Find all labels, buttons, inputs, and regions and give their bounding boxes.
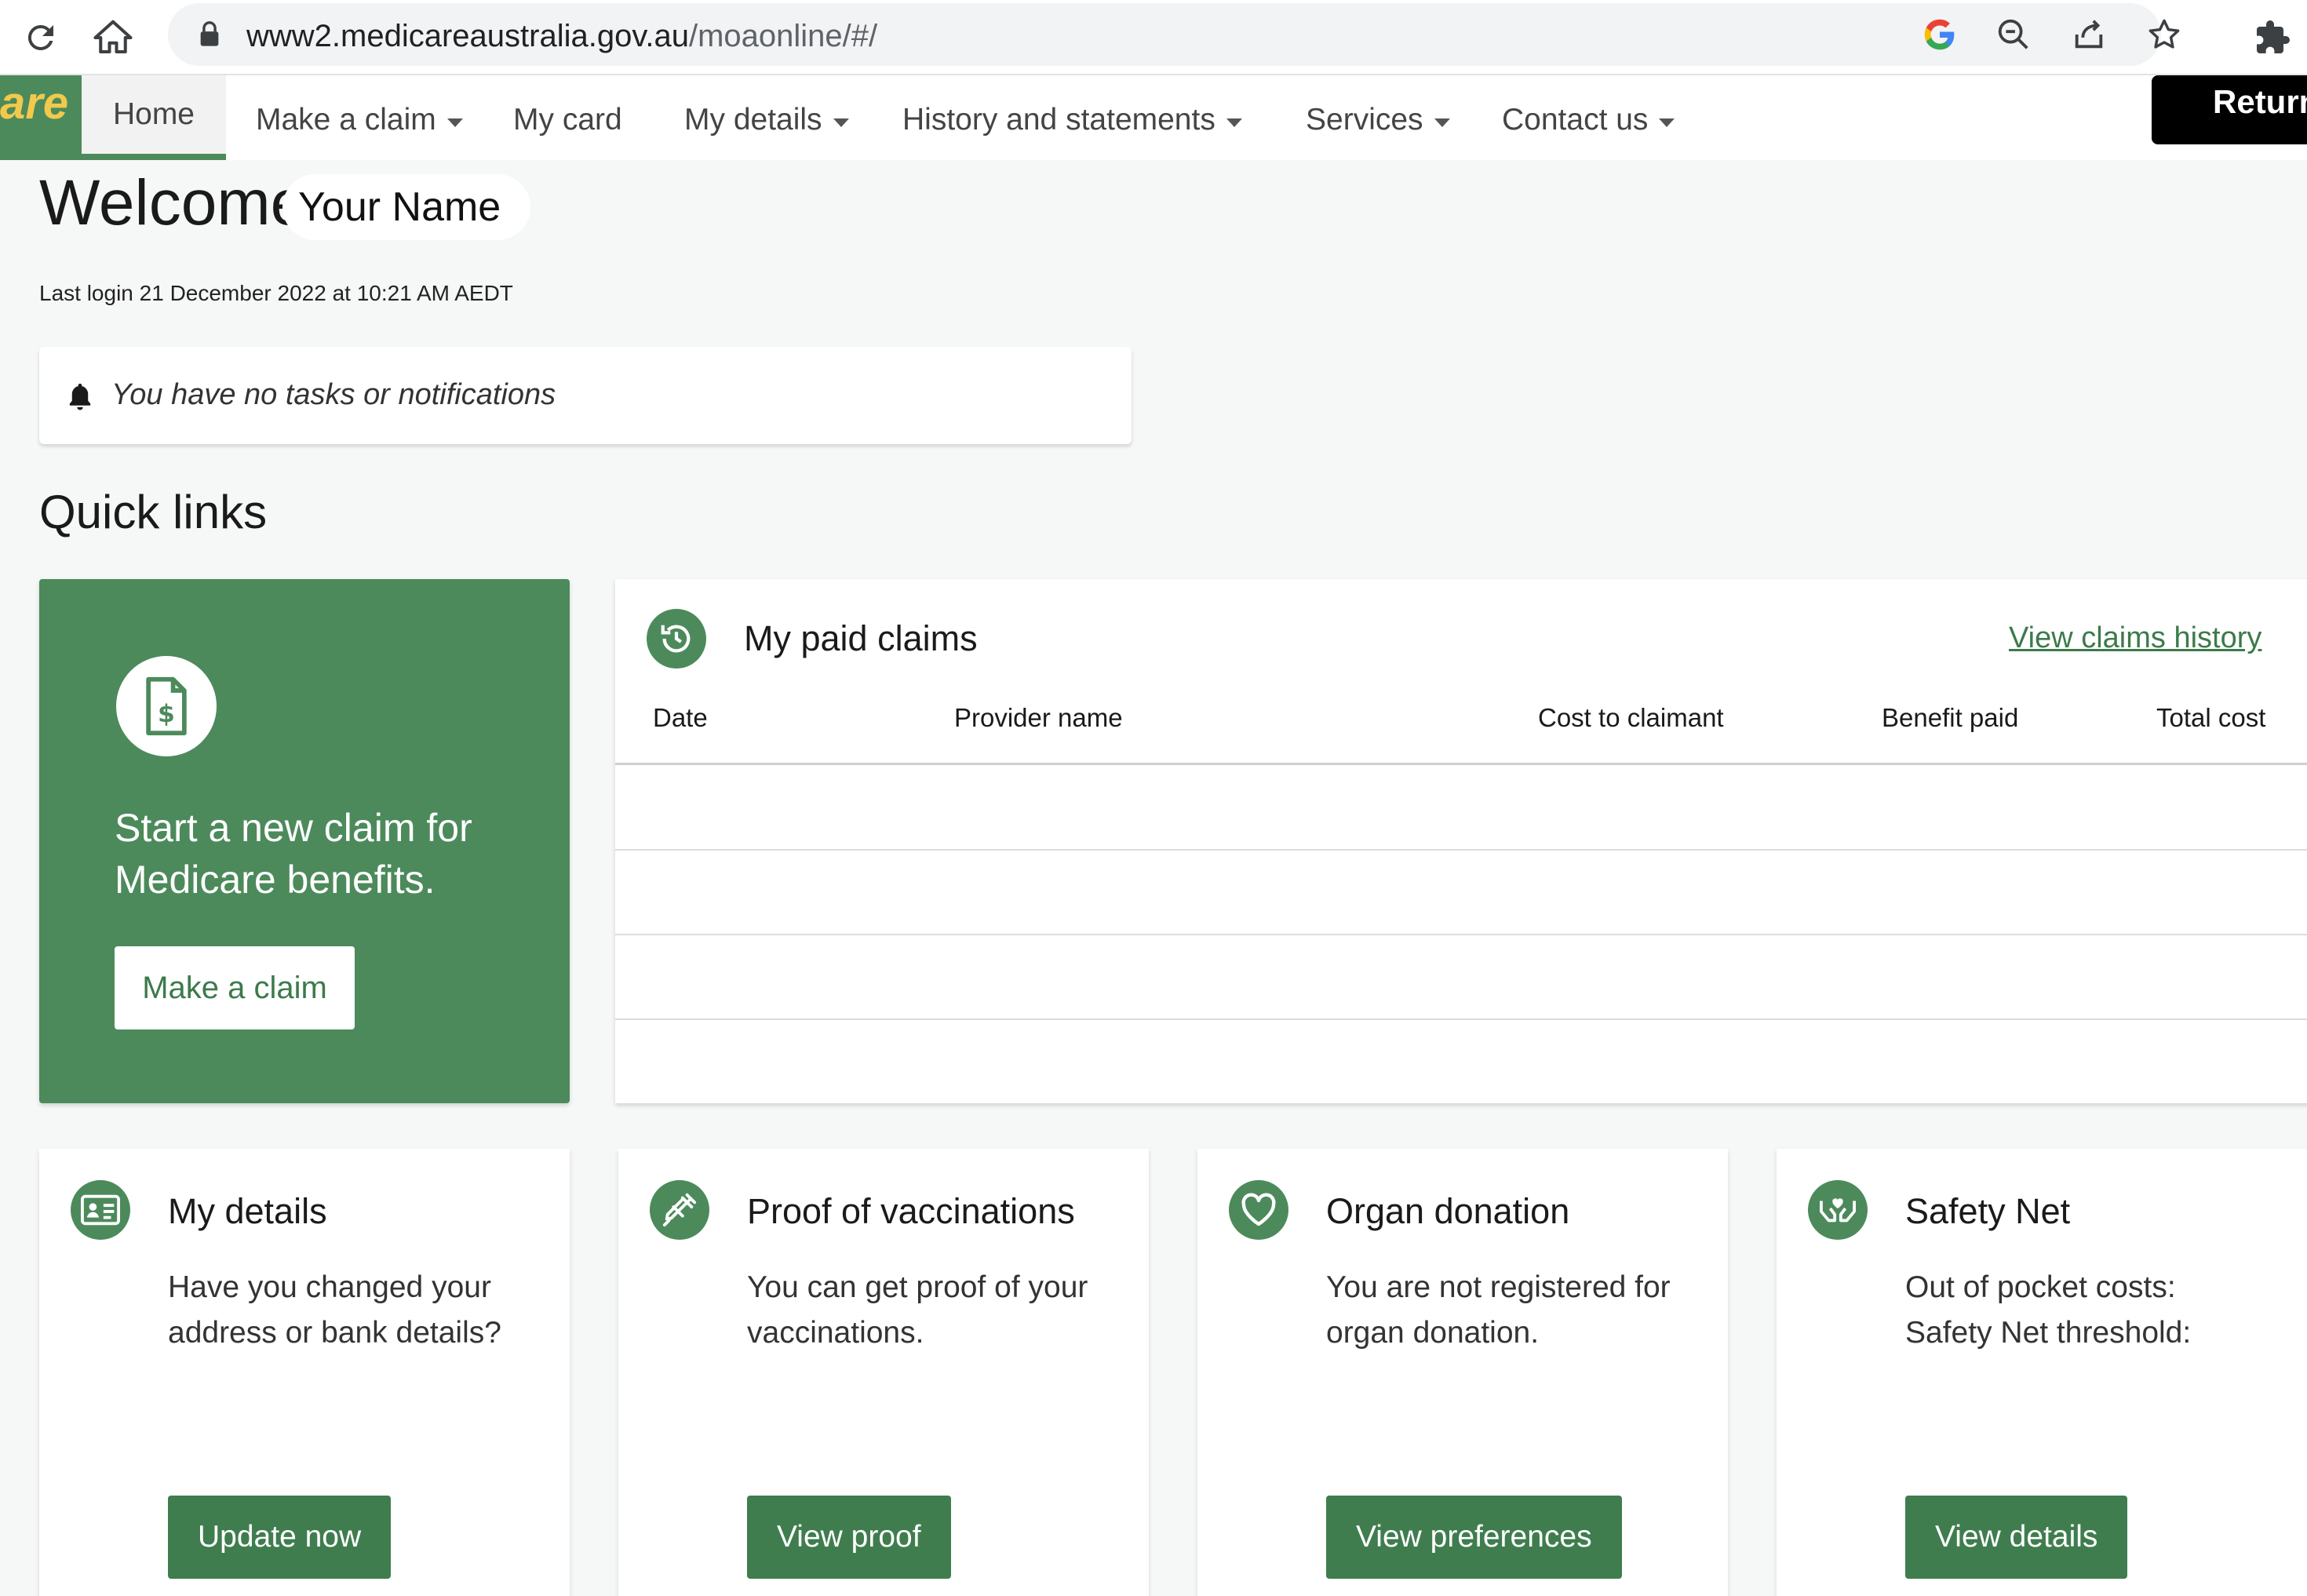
table-row [615,849,2307,851]
notifications-text: You have no tasks or notifications [111,378,556,411]
table-row [615,934,2307,935]
column-header-total-cost[interactable]: Total cost [2156,703,2265,733]
nav-home[interactable]: Home [82,75,226,160]
last-login: Last login 21 December 2022 at 10:21 AM … [39,281,513,305]
card-description: You can get proof of your vaccinations. [747,1265,1124,1356]
view-claims-history-link[interactable]: View claims history [2009,621,2261,655]
card-description: Have you changed your address or bank de… [168,1265,545,1356]
card-description-line: address or bank details? [168,1316,501,1350]
view-proof-button[interactable]: View proof [747,1496,951,1579]
column-header-provider[interactable]: Provider name [954,703,1123,733]
my-details-card: My details Have you changed your address… [39,1149,570,1596]
chevron-down-icon [1659,118,1675,127]
view-details-button[interactable]: View details [1905,1496,2128,1579]
card-title: Proof of vaccinations [747,1191,1075,1231]
nav-make-claim[interactable]: Make a claim [256,85,463,155]
nav-my-details[interactable]: My details [684,85,849,155]
chevron-down-icon [446,118,463,127]
chevron-down-icon [833,118,849,127]
lock-icon[interactable] [196,19,223,53]
extensions-icon[interactable] [2249,14,2296,61]
table-row [615,1018,2307,1020]
zoom-icon[interactable] [1992,13,2035,56]
nav-history[interactable]: History and statements [902,85,1242,155]
user-name: Your Name [282,174,531,240]
table-header-divider [615,763,2307,765]
quick-links-heading: Quick links [39,486,268,538]
new-claim-card: $ Start a new claim for Medicare benefit… [39,579,570,1103]
id-card-icon [71,1180,130,1240]
card-description: You are not registered for organ donatio… [1326,1265,1703,1356]
chevron-down-icon [1226,118,1242,127]
column-header-cost-to-claimant[interactable]: Cost to claimant [1538,703,1724,733]
chevron-down-icon [1434,118,1450,127]
column-header-date[interactable]: Date [653,703,708,733]
card-title: My details [168,1191,327,1231]
address-bar[interactable]: www2.medicareaustralia.gov.au/moaonline/… [168,3,2180,66]
welcome-heading: Welcome [39,167,307,239]
syringe-icon [650,1180,709,1240]
column-header-benefit-paid[interactable]: Benefit paid [1882,703,2018,733]
card-description-line: You can get proof of your [747,1270,1088,1304]
medicare-logo[interactable]: are [0,75,82,160]
bookmark-star-icon[interactable] [2142,13,2186,56]
safety-net-card: Safety Net Out of pocket costs: Safety N… [1777,1149,2307,1596]
share-icon[interactable] [2067,13,2111,56]
paid-claims-card: My paid claims View claims history Date … [615,579,2307,1103]
nav-my-card[interactable]: My card [513,85,622,155]
bell-icon [66,381,94,415]
card-title: Organ donation [1326,1191,1570,1231]
nav-contact[interactable]: Contact us [1502,85,1675,155]
url-text: www2.medicareaustralia.gov.au/moaonline/… [246,19,878,53]
return-button[interactable]: Return [2152,75,2307,144]
card-description-line: Out of pocket costs: [1905,1270,2176,1304]
update-now-button[interactable]: Update now [168,1496,392,1579]
svg-text:$: $ [158,700,175,728]
card-description: Out of pocket costs: Safety Net threshol… [1905,1265,2282,1356]
proof-of-vaccinations-card: Proof of vaccinations You can get proof … [618,1149,1149,1596]
reload-icon[interactable] [17,14,64,61]
home-icon[interactable] [89,14,137,61]
organ-donation-card: Organ donation You are not registered fo… [1197,1149,1728,1596]
make-claim-button[interactable]: Make a claim [115,946,355,1029]
claim-document-dollar-icon: $ [116,656,217,756]
card-description-line: vaccinations. [747,1316,924,1350]
browser-toolbar: www2.medicareaustralia.gov.au/moaonline/… [0,0,2307,75]
google-icon[interactable] [1918,13,1962,56]
main-navigation: are Home Make a claim My card My details… [0,75,2307,160]
heart-icon [1229,1180,1288,1240]
hands-heart-icon [1808,1180,1868,1240]
card-description-line: organ donation. [1326,1316,1540,1350]
card-description-line: Safety Net threshold: [1905,1316,2192,1350]
paid-claims-title: My paid claims [744,618,978,658]
claim-card-text: Start a new claim for Medicare benefits. [115,806,472,902]
view-preferences-button[interactable]: View preferences [1326,1496,1622,1579]
nav-services[interactable]: Services [1306,85,1450,155]
card-description-line: You are not registered for [1326,1270,1671,1304]
card-description-line: Have you changed your [168,1270,491,1304]
notifications-panel: You have no tasks or notifications [39,347,1132,444]
card-title: Safety Net [1905,1191,2071,1231]
history-icon [647,609,706,669]
